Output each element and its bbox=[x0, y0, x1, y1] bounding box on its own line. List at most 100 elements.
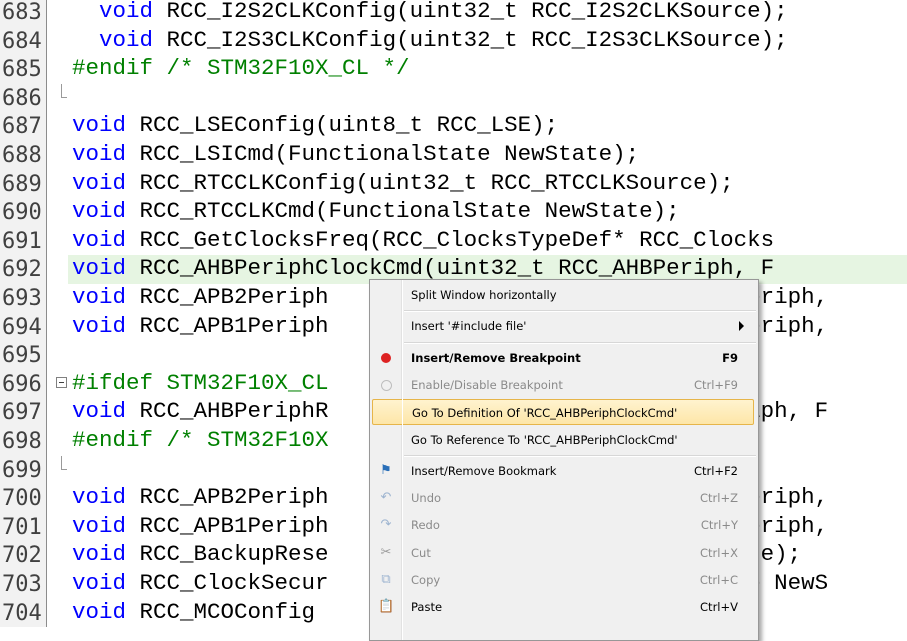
line-number: 693 bbox=[2, 286, 42, 311]
fold-end-marker bbox=[61, 83, 67, 98]
code-line[interactable]: 689 void RCC_RTCCLKConfig(uint32_t RCC_RT… bbox=[0, 169, 907, 199]
line-number-gutter: 691 bbox=[0, 226, 47, 256]
menu-item-insert-remove-bookmark[interactable]: ⚑ Insert/Remove Bookmark Ctrl+F2 bbox=[372, 458, 754, 484]
code-text: #endif /* STM32F10X_CL */ bbox=[72, 55, 410, 82]
line-number-gutter: 700 bbox=[0, 484, 47, 513]
line-number-gutter: 684 bbox=[0, 26, 47, 56]
menu-item-shortcut: Ctrl+Z bbox=[700, 491, 738, 506]
paste-icon: 📋 bbox=[378, 599, 395, 615]
code-text: void RCC_RTCCLKCmd(FunctionalState NewSt… bbox=[72, 198, 680, 225]
line-number-gutter: 688 bbox=[0, 141, 47, 170]
line-number: 695 bbox=[2, 343, 42, 369]
menu-item-label: Redo bbox=[411, 518, 440, 533]
code-line[interactable]: 688 void RCC_LSICmd(FunctionalState NewSt… bbox=[0, 141, 907, 170]
line-number-gutter: 701 bbox=[0, 512, 47, 542]
line-number-gutter: 686 bbox=[0, 83, 47, 113]
line-number: 703 bbox=[2, 572, 42, 597]
line-number: 694 bbox=[2, 314, 42, 340]
menu-item-label: Insert/Remove Bookmark bbox=[411, 463, 557, 478]
submenu-arrow-icon bbox=[739, 321, 744, 332]
line-number-gutter: 687 bbox=[0, 112, 47, 141]
code-line[interactable]: 690 void RCC_RTCCLKCmd(FunctionalState Ne… bbox=[0, 198, 907, 227]
line-number: 699 bbox=[2, 457, 42, 483]
code-text: void RCC_LSEConfig(uint8_t RCC_LSE); bbox=[72, 112, 559, 139]
bookmark-icon: ⚑ bbox=[380, 462, 392, 478]
menu-item-enable-disable-breakpoint[interactable]: Enable/Disable Breakpoint Ctrl+F9 bbox=[372, 372, 754, 398]
line-number: 687 bbox=[2, 114, 42, 140]
menu-item-paste[interactable]: 📋 Paste Ctrl+V bbox=[372, 594, 754, 620]
code-line[interactable]: 686 bbox=[0, 83, 907, 113]
menu-item-label: Insert/Remove Breakpoint bbox=[411, 350, 581, 365]
code-line[interactable]: 691 void RCC_GetClocksFreq(RCC_ClocksType… bbox=[0, 226, 907, 256]
code-line[interactable]: 683 void RCC_I2S2CLKConfig(uint32_t RCC_… bbox=[0, 0, 907, 27]
line-number-gutter: 702 bbox=[0, 541, 47, 570]
context-menu: Split Window horizontally Insert '#includ… bbox=[369, 279, 759, 641]
line-number: 698 bbox=[2, 429, 42, 454]
copy-icon: ⧉ bbox=[381, 572, 391, 587]
line-number-gutter: 699 bbox=[0, 455, 47, 485]
line-number: 702 bbox=[2, 543, 42, 569]
line-number-gutter: 692 bbox=[0, 255, 47, 284]
menu-separator bbox=[404, 454, 756, 457]
line-number-gutter: 696 bbox=[0, 369, 47, 399]
menu-separator bbox=[404, 310, 756, 313]
menu-item-redo[interactable]: ↷ Redo Ctrl+Y bbox=[372, 512, 754, 538]
menu-item-copy[interactable]: ⧉ Copy Ctrl+C bbox=[372, 567, 754, 593]
line-number-gutter: 703 bbox=[0, 570, 47, 599]
menu-item-go-to-reference-to-rcc-ahbperiphclockcmd[interactable]: Go To Reference To 'RCC_AHBPeriphClockCm… bbox=[372, 427, 754, 453]
line-number-gutter: 695 bbox=[0, 341, 47, 370]
line-number: 692 bbox=[2, 257, 42, 283]
line-number: 691 bbox=[2, 228, 42, 254]
line-number-gutter: 689 bbox=[0, 169, 47, 199]
line-number-gutter: 704 bbox=[0, 598, 47, 628]
line-number-gutter: 685 bbox=[0, 55, 47, 84]
menu-item-insert-remove-breakpoint[interactable]: Insert/Remove Breakpoint F9 bbox=[372, 345, 754, 371]
undo-icon: ↶ bbox=[380, 490, 392, 506]
menu-item-label: Paste bbox=[411, 600, 443, 615]
code-line[interactable]: 687 void RCC_LSEConfig(uint8_t RCC_LSE); bbox=[0, 112, 907, 141]
code-line[interactable]: 684 void RCC_I2S3CLKConfig(uint32_t RCC_… bbox=[0, 26, 907, 56]
line-number: 686 bbox=[2, 85, 42, 111]
menu-item-shortcut: Ctrl+C bbox=[699, 573, 738, 587]
code-text: void RCC_GetClocksFreq(RCC_ClocksTypeDef… bbox=[72, 226, 775, 253]
fold-collapse-icon[interactable] bbox=[56, 376, 67, 388]
menu-item-shortcut: Ctrl+V bbox=[700, 600, 738, 615]
menu-item-go-to-definition-of-rcc-ahbperiphclockcmd[interactable]: Go To Definition Of 'RCC_AHBPeriphClockC… bbox=[372, 399, 754, 426]
line-number: 697 bbox=[2, 400, 42, 426]
code-text: void RCC_RTCCLKConfig(uint32_t RCC_RTCCL… bbox=[72, 169, 734, 196]
menu-item-label: Go To Definition Of 'RCC_AHBPeriphClockC… bbox=[412, 406, 678, 421]
line-number-gutter: 690 bbox=[0, 198, 47, 227]
code-line[interactable]: 685 #endif /* STM32F10X_CL */ bbox=[0, 55, 907, 84]
code-text: void RCC_I2S2CLKConfig(uint32_t RCC_I2S2… bbox=[99, 0, 788, 24]
line-number: 688 bbox=[2, 143, 42, 168]
line-number: 701 bbox=[2, 514, 42, 540]
menu-item-shortcut: Ctrl+Y bbox=[700, 518, 738, 533]
breakpoint-disabled-icon bbox=[378, 377, 394, 393]
menu-item-shortcut: Ctrl+F9 bbox=[693, 377, 738, 392]
line-number-gutter: 698 bbox=[0, 427, 47, 456]
menu-item-label: Copy bbox=[411, 573, 441, 587]
menu-item-shortcut: F9 bbox=[722, 350, 738, 365]
menu-item-shortcut: Ctrl+X bbox=[700, 545, 738, 560]
menu-item-split-window-horizontally[interactable]: Split Window horizontally bbox=[372, 282, 754, 308]
menu-item-label: Go To Reference To 'RCC_AHBPeriphClockCm… bbox=[411, 432, 678, 447]
line-number: 700 bbox=[2, 486, 42, 512]
menu-item-label: Split Window horizontally bbox=[411, 288, 557, 302]
menu-separator bbox=[404, 341, 756, 344]
menu-item-undo[interactable]: ↶ Undo Ctrl+Z bbox=[372, 485, 754, 511]
line-number-gutter: 683 bbox=[0, 0, 47, 27]
line-number: 683 bbox=[2, 0, 42, 25]
line-number: 690 bbox=[2, 200, 42, 226]
menu-item-insert-include-file[interactable]: Insert '#include file' bbox=[372, 313, 754, 339]
line-number-gutter: 694 bbox=[0, 312, 47, 342]
menu-item-shortcut: Ctrl+F2 bbox=[693, 463, 738, 478]
code-text: void RCC_I2S3CLKConfig(uint32_t RCC_I2S3… bbox=[99, 26, 788, 53]
menu-item-label: Insert '#include file' bbox=[411, 319, 527, 334]
menu-item-cut[interactable]: ✂ Cut Ctrl+X bbox=[372, 540, 754, 566]
cut-icon: ✂ bbox=[380, 544, 392, 560]
line-number: 685 bbox=[2, 57, 42, 83]
breakpoint-icon bbox=[378, 350, 394, 366]
line-number: 689 bbox=[2, 171, 42, 197]
line-number-gutter: 693 bbox=[0, 284, 47, 313]
